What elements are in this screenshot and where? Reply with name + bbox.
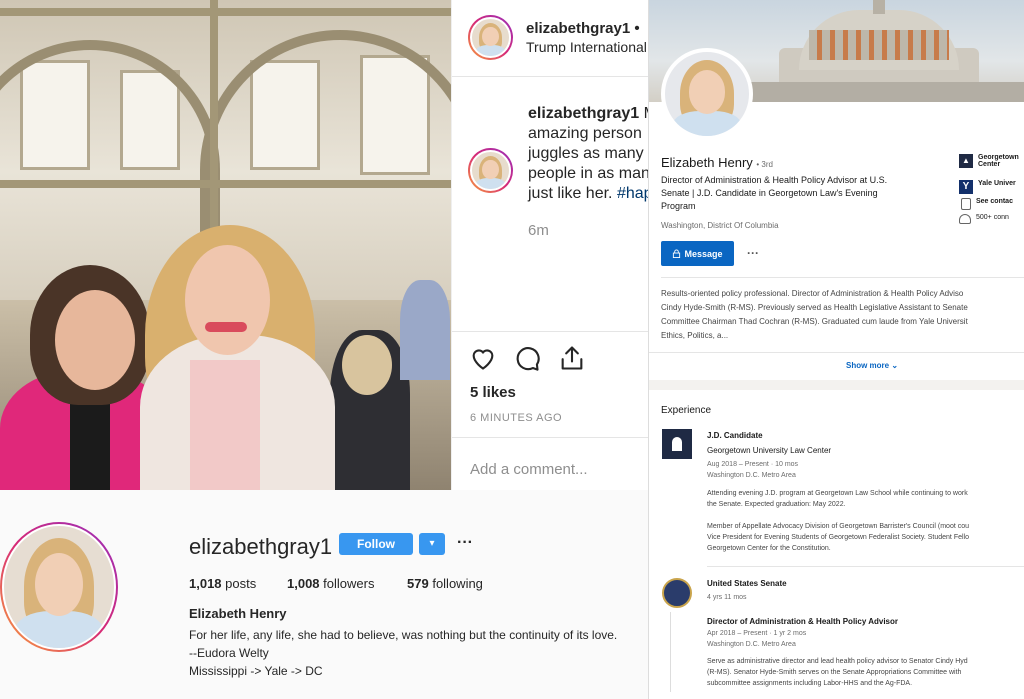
following-stat[interactable]: 579 following [407, 576, 483, 591]
georgetown-logo-icon[interactable] [662, 429, 692, 459]
georgetown-icon: ▲ [959, 154, 973, 168]
header-divider [452, 76, 648, 77]
exp-1-description: Attending evening J.D. program at George… [707, 490, 970, 552]
caption-line-2: amazing person [528, 125, 642, 142]
caption-username[interactable]: elizabethgray1 [528, 105, 639, 122]
section-gap [649, 380, 1024, 390]
exp-1-place: Washington D.C. Metro Area [707, 472, 796, 479]
post-location[interactable]: Trump International [526, 39, 647, 55]
chevron-down-icon[interactable]: ▾ [419, 533, 445, 555]
smile [205, 322, 247, 332]
capitol-colonnade [809, 30, 949, 60]
bio-line-1: For her life, any life, she had to belie… [189, 628, 618, 642]
woman-face [55, 290, 135, 390]
exp-1-dates: Aug 2018 – Present · 10 mos [707, 461, 799, 468]
bio-line-3: Mississippi -> Yale -> DC [189, 664, 323, 678]
posts-stat: 1,018 posts [189, 576, 257, 591]
capitol-lantern [873, 0, 885, 14]
chevron-down-icon: ⌄ [891, 361, 899, 370]
linkedin-profile: Elizabeth Henry • 3rd Director of Admini… [648, 0, 1024, 699]
side-item-connections[interactable]: 500+ conn [959, 214, 1024, 230]
caption: elizabethgray1 M amazing person juggles … [528, 104, 648, 204]
exp-2-title[interactable]: Director of Administration & Health Poli… [707, 617, 898, 626]
hashtag-link[interactable]: #hap [617, 185, 648, 202]
exp-1-title[interactable]: J.D. Candidate [707, 431, 763, 440]
comment-input[interactable]: Add a comment... [470, 461, 588, 478]
bio-line-2: --Eudora Welty [189, 646, 269, 660]
atrium-beam [0, 180, 451, 188]
caption-line-4: people in as man [528, 165, 648, 182]
experience-heading: Experience [661, 405, 712, 416]
contact-icon [961, 198, 971, 210]
comment-icon[interactable] [513, 344, 541, 372]
caption-line-3: juggles as many [528, 145, 644, 162]
exp-2-place: Washington D.C. Metro Area [707, 641, 796, 648]
likes-count[interactable]: 5 likes [470, 384, 516, 401]
profile-avatar[interactable] [0, 522, 118, 652]
profile-header: elizabethgray1 Follow ▾ ··· 1,018 posts … [0, 490, 648, 699]
heart-icon[interactable] [469, 344, 497, 372]
exp-1-org: Georgetown University Law Center [707, 446, 832, 455]
exp-2-tenure: 4 yrs 11 mos [707, 594, 747, 601]
separator-dot: • [634, 20, 640, 37]
more-actions-icon[interactable]: ··· [747, 246, 759, 260]
experience-divider [707, 566, 1024, 567]
caption-line-5: just like her. #hap [528, 184, 648, 204]
senate-seal-icon[interactable] [662, 578, 692, 608]
comment-divider [452, 437, 648, 438]
show-more-divider [649, 352, 1024, 353]
caption-author-avatar[interactable] [468, 148, 513, 193]
profile-full-name: Elizabeth Henry [189, 606, 287, 621]
actions-divider [452, 331, 648, 332]
background-person [400, 280, 450, 380]
yale-icon: Y [959, 180, 973, 194]
woman-pink-dress [190, 360, 260, 490]
caption-time: 6m [528, 222, 549, 239]
linkedin-avatar[interactable] [661, 48, 753, 140]
linkedin-location: Washington, District Of Columbia [661, 221, 779, 230]
summary-divider [661, 277, 1024, 278]
post-photo[interactable] [0, 0, 451, 490]
message-button[interactable]: Message [661, 241, 734, 266]
followers-stat[interactable]: 1,008 followers [287, 576, 374, 591]
exp-2-org[interactable]: United States Senate [707, 579, 787, 588]
post-timestamp: 6 MINUTES AGO [470, 412, 563, 424]
post-author-avatar[interactable] [468, 15, 513, 60]
follow-button[interactable]: Follow [339, 533, 413, 555]
more-options-icon[interactable]: ··· [457, 534, 473, 552]
side-item-yale[interactable]: Y Yale Univer [959, 180, 1024, 198]
post-author-username[interactable]: elizabethgray1 • [526, 20, 640, 37]
connection-degree: • 3rd [756, 160, 773, 169]
lock-icon [673, 249, 681, 258]
atrium-beam [0, 8, 451, 16]
linkedin-headline: Director of Administration & Health Poli… [661, 175, 888, 211]
linkedin-name: Elizabeth Henry • 3rd [661, 155, 773, 170]
post-sidebar: elizabethgray1 • Trump International eli… [451, 0, 648, 490]
exp-2-dates: Apr 2018 – Present · 1 yr 2 mos [707, 630, 807, 637]
share-icon[interactable] [558, 344, 586, 372]
woman-face [185, 245, 270, 355]
connections-icon [959, 214, 971, 224]
side-item-contact[interactable]: See contac [959, 198, 1024, 214]
capitol-pediment [749, 82, 1024, 102]
role-timeline-line [670, 612, 671, 692]
caption-line-1: elizabethgray1 M [528, 104, 648, 124]
side-item-georgetown[interactable]: ▲ Georgetown Center [959, 154, 1024, 176]
linkedin-summary: Results-oriented policy professional. Di… [661, 289, 968, 340]
background-person-head [342, 335, 392, 395]
show-more-button[interactable]: Show more ⌄ [846, 361, 898, 370]
exp-2-description: Serve as administrative director and lea… [707, 658, 968, 687]
profile-username: elizabethgray1 [189, 534, 333, 559]
profile-side-list: ▲ Georgetown Center Y Yale Univer See co… [959, 154, 1024, 230]
